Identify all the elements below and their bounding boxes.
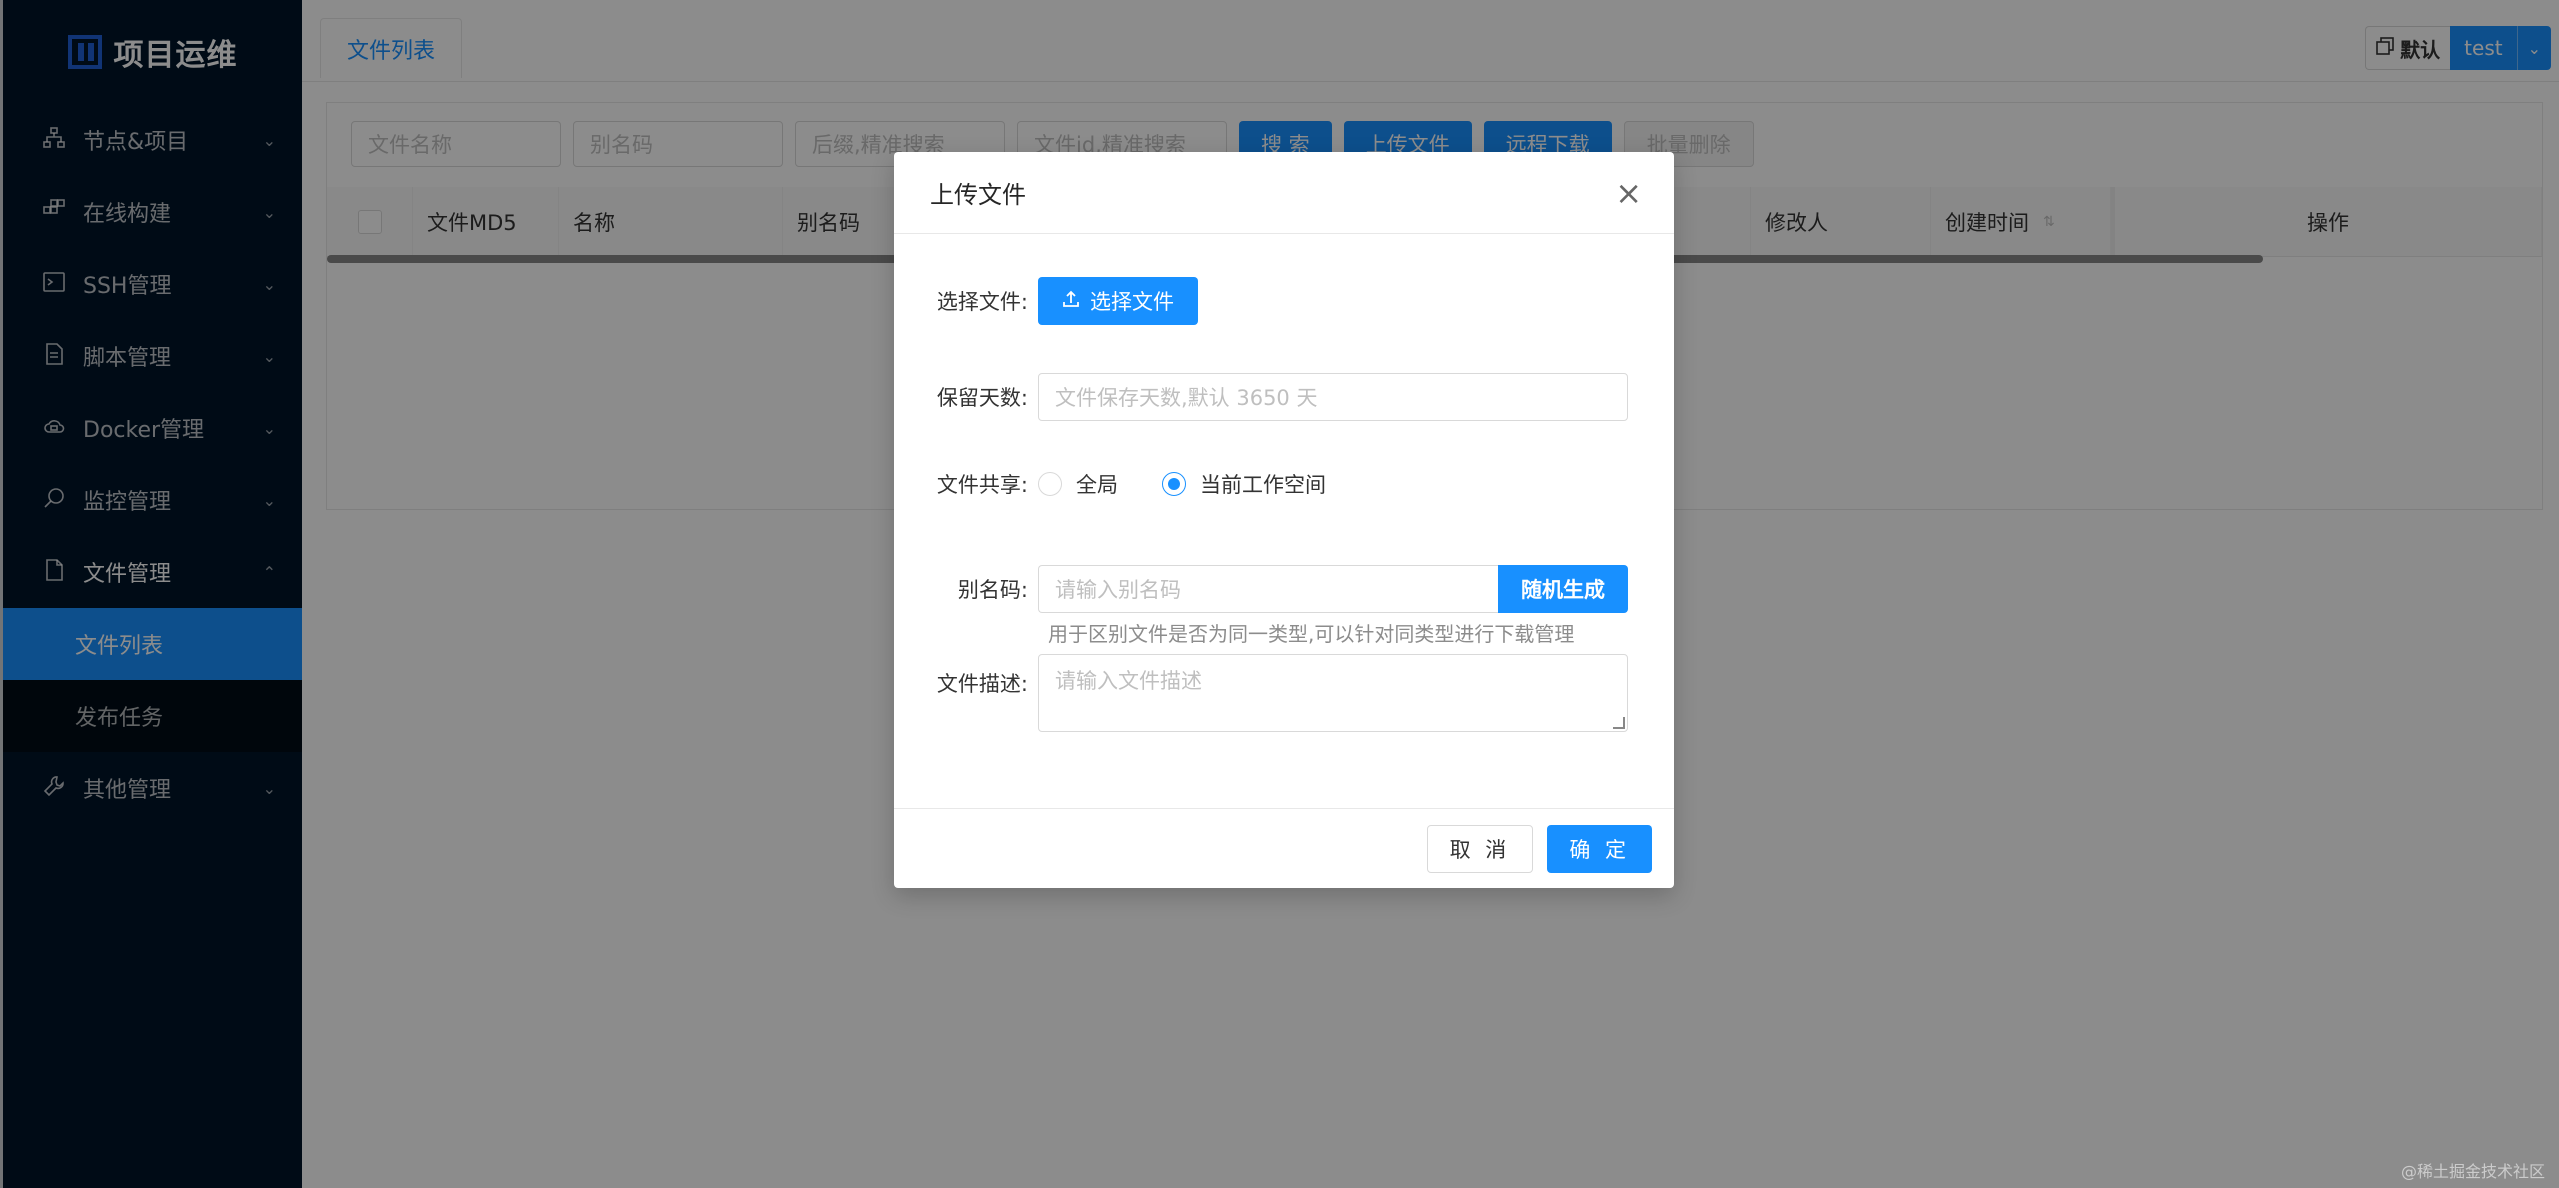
modal-header: 上传文件 ×: [894, 152, 1674, 234]
description-row: 文件描述: 请输入文件描述: [894, 654, 1628, 732]
share-global-option[interactable]: 全局: [1038, 469, 1118, 499]
file-label: 选择文件: [936, 290, 1021, 314]
description-textarea[interactable]: 请输入文件描述: [1038, 654, 1628, 732]
watermark: @稀土掘金技术社区: [2400, 1162, 2545, 1181]
close-icon[interactable]: ×: [1615, 174, 1642, 212]
file-share-row: 文件共享: 全局 当前工作空间: [894, 469, 1354, 499]
alias-input-group: 请输入别名码 随机生成: [1038, 565, 1628, 613]
alias-help-text: 用于区别文件是否为同一类型,可以针对同类型进行下载管理: [1048, 622, 1575, 646]
upload-file-modal: 上传文件 × 选择文件: 选择文件 保留天数: 文件保存天数,默认 3650 天…: [894, 152, 1674, 888]
retention-days-input[interactable]: 文件保存天数,默认 3650 天: [1038, 373, 1628, 421]
radio-global[interactable]: [1038, 472, 1062, 496]
days-label: 保留天数: [936, 386, 1021, 410]
share-radio-group: 全局 当前工作空间: [1038, 469, 1354, 499]
share-label: 文件共享: [936, 473, 1021, 497]
modal-title: 上传文件: [930, 181, 1026, 209]
radio-workspace[interactable]: [1162, 472, 1186, 496]
random-generate-button[interactable]: 随机生成: [1498, 565, 1628, 613]
desc-label: 文件描述: [936, 672, 1021, 696]
modal-footer: 取 消 确 定: [894, 808, 1674, 888]
upload-icon: [1062, 289, 1080, 313]
alias-label: 别名码: [957, 578, 1021, 602]
alias-row: 别名码: 请输入别名码 随机生成: [894, 565, 1628, 613]
file-select-row: 选择文件: 选择文件: [894, 277, 1198, 325]
share-workspace-option[interactable]: 当前工作空间: [1162, 469, 1326, 499]
confirm-button[interactable]: 确 定: [1547, 824, 1652, 873]
alias-input[interactable]: 请输入别名码: [1038, 565, 1498, 613]
select-file-label: 选择文件: [1090, 290, 1174, 314]
select-file-button[interactable]: 选择文件: [1038, 277, 1198, 325]
cancel-button[interactable]: 取 消: [1426, 824, 1534, 873]
retention-days-row: 保留天数: 文件保存天数,默认 3650 天: [894, 373, 1628, 421]
